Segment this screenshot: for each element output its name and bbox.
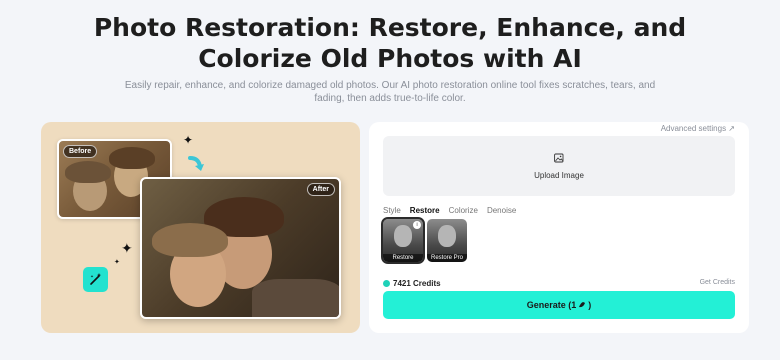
style-options: i Restore Restore Pro	[381, 217, 467, 264]
page-title-line1: Photo Restoration: Restore, Enhance, and	[93, 13, 687, 42]
advanced-settings-link[interactable]: Advanced settings ↗	[661, 124, 735, 133]
style-card-label: Restore	[383, 254, 423, 262]
style-thumbnail	[438, 225, 456, 247]
get-credits-link[interactable]: Get Credits	[700, 279, 735, 286]
after-scarf	[252, 279, 339, 317]
arrow-icon	[188, 156, 204, 171]
before-cap	[65, 161, 111, 183]
credit-icon	[383, 280, 390, 287]
image-upload-icon	[554, 153, 564, 163]
style-thumbnail	[394, 225, 412, 247]
after-cap	[152, 223, 228, 257]
generate-label: Generate (1	[526, 300, 577, 310]
credit-icon	[579, 302, 586, 308]
page-title: Photo Restoration: Restore, Enhance, and…	[0, 12, 780, 74]
tab-denoise[interactable]: Denoise	[487, 206, 516, 215]
tab-colorize[interactable]: Colorize	[449, 206, 478, 215]
page-subtitle-line1: Easily repair, enhance, and colorize dam…	[124, 80, 656, 91]
page-subtitle-line2: fading, then adds true-to-life color.	[314, 93, 466, 104]
generator-panel: Advanced settings ↗ Upload Image Style R…	[369, 122, 749, 333]
upload-dropzone[interactable]: Upload Image	[383, 136, 735, 196]
page-title-line2: Colorize Old Photos with AI	[198, 44, 582, 73]
credits-balance: 7421 Credits	[383, 279, 441, 288]
generate-suffix: )	[588, 300, 592, 310]
tab-style[interactable]: Style	[383, 206, 401, 215]
page-subtitle: Easily repair, enhance, and colorize dam…	[110, 79, 670, 105]
showcase-panel: Before ✦ ✦ ✦ After	[41, 122, 360, 333]
style-card-restore-pro[interactable]: Restore Pro	[427, 219, 467, 262]
style-card-restore[interactable]: i Restore	[381, 217, 425, 264]
mode-tabs: Style Restore Colorize Denoise	[383, 206, 516, 215]
sparkle-icon: ✦	[121, 240, 133, 256]
tab-restore[interactable]: Restore	[410, 206, 440, 215]
generate-button[interactable]: Generate (1 )	[383, 291, 735, 319]
style-card-label: Restore Pro	[427, 254, 467, 262]
before-hair	[109, 147, 155, 169]
after-photo: After	[140, 177, 341, 319]
sparkle-icon: ✦	[183, 133, 194, 147]
info-icon: i	[413, 221, 421, 229]
upload-label: Upload Image	[534, 171, 584, 180]
magic-wand-icon	[83, 267, 108, 292]
after-badge: After	[306, 183, 335, 196]
before-badge: Before	[63, 145, 98, 158]
sparkle-icon: ✦	[114, 259, 120, 266]
credits-text: 7421 Credits	[393, 279, 441, 288]
